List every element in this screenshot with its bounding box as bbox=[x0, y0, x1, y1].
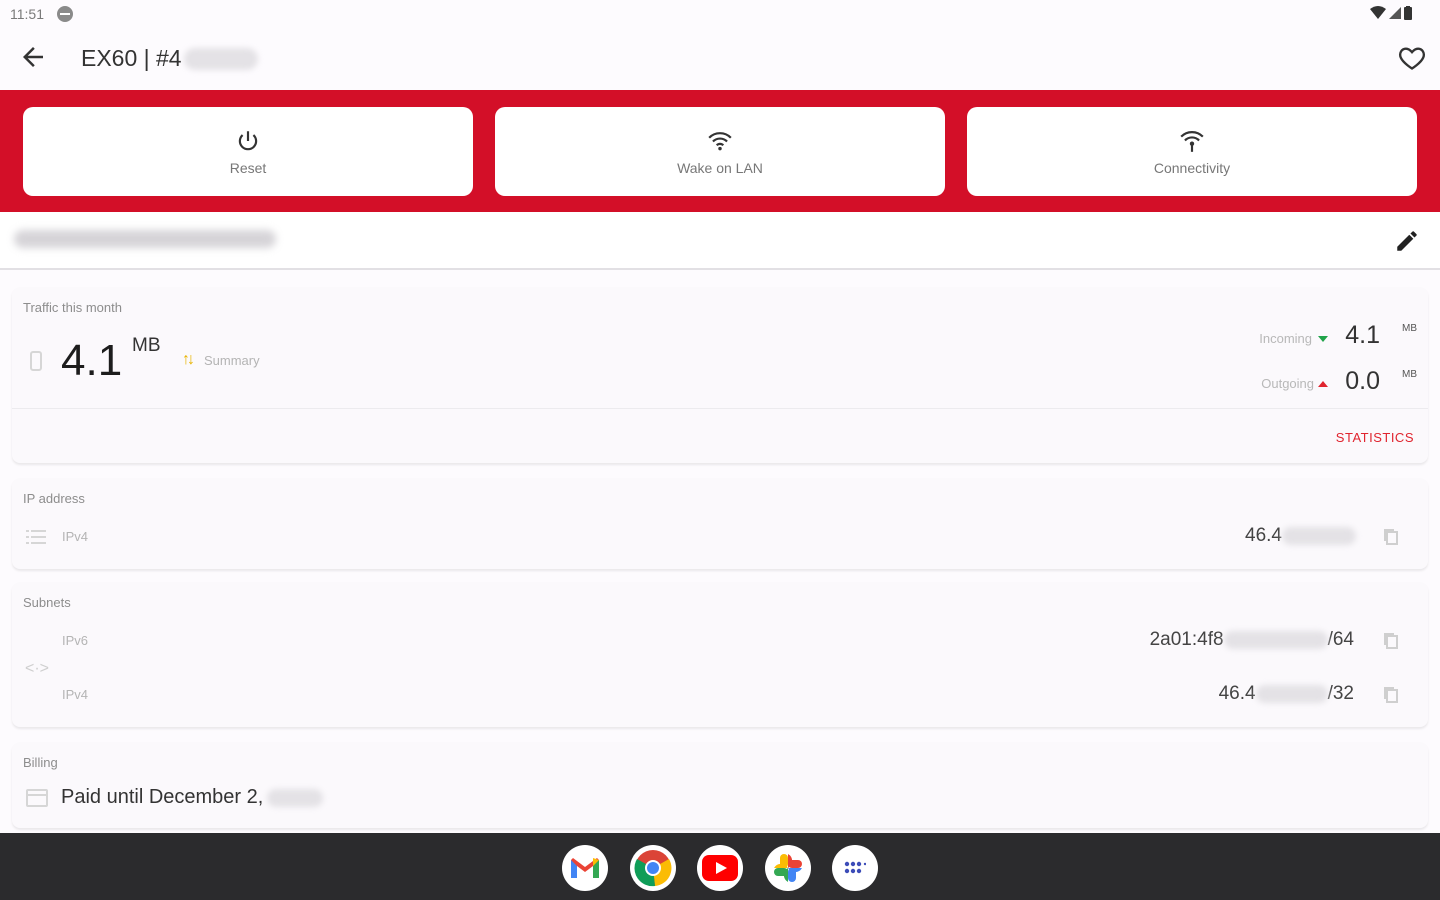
ip-address-card: IP address IPv4 46.4 bbox=[12, 478, 1428, 569]
action-band: Reset Wake on LAN Connectivity bbox=[0, 90, 1440, 212]
subnet-ipv6-value: 2a01:4f8 /64 bbox=[1150, 629, 1354, 651]
incoming-arrow-icon bbox=[1318, 336, 1328, 342]
do-not-disturb-icon bbox=[57, 6, 73, 22]
back-arrow-icon[interactable] bbox=[18, 42, 48, 72]
reset-button[interactable]: Reset bbox=[23, 107, 473, 196]
wake-on-lan-button-label: Wake on LAN bbox=[677, 159, 763, 176]
app-launcher-icon[interactable] bbox=[832, 845, 878, 891]
youtube-icon[interactable] bbox=[697, 845, 743, 891]
photos-icon[interactable] bbox=[765, 845, 811, 891]
page-title-text: EX60 | #4 bbox=[81, 45, 182, 71]
traffic-card-title: Traffic this month bbox=[23, 300, 122, 315]
billing-card-title: Billing bbox=[23, 755, 58, 770]
incoming-unit: MB bbox=[1402, 323, 1417, 334]
subnet-ipv4-prefix: 46.4 bbox=[1218, 683, 1256, 704]
traffic-total-unit: MB bbox=[132, 335, 161, 356]
billing-card: Billing Paid until December 2, bbox=[12, 742, 1428, 828]
subnet-ipv6-suffix: /64 bbox=[1327, 629, 1354, 650]
redacted-ipv4 bbox=[1282, 527, 1356, 545]
copy-icon[interactable] bbox=[1383, 632, 1399, 650]
ipv4-address-text: 46.4 bbox=[1245, 525, 1282, 546]
wake-on-lan-button[interactable]: Wake on LAN bbox=[495, 107, 945, 196]
subnet-ipv6-prefix: 2a01:4f8 bbox=[1149, 629, 1224, 650]
status-icons bbox=[1370, 6, 1412, 20]
incoming-value: 4.1 bbox=[1345, 321, 1380, 349]
summary-label: Summary bbox=[204, 353, 260, 368]
taskbar bbox=[0, 833, 1440, 900]
swap-horizontal-icon: <·> bbox=[25, 660, 50, 677]
status-time: 11:51 bbox=[10, 6, 44, 22]
favorite-heart-icon[interactable] bbox=[1398, 44, 1426, 72]
redacted-subnet-ipv4 bbox=[1255, 685, 1328, 703]
connectivity-button-label: Connectivity bbox=[1153, 159, 1231, 176]
reset-button-label: Reset bbox=[229, 159, 267, 176]
outgoing-label: Outgoing bbox=[1261, 376, 1314, 391]
wifi-status-icon bbox=[1370, 6, 1386, 19]
ipv4-address-value: 46.4 bbox=[1245, 525, 1356, 547]
outgoing-unit: MB bbox=[1402, 369, 1417, 380]
redacted-ipv6 bbox=[1223, 631, 1328, 649]
status-bar: 11:51 bbox=[0, 0, 1440, 28]
redacted-server-name bbox=[14, 230, 276, 248]
redacted-server-id bbox=[183, 47, 258, 70]
swap-vertical-icon: ↑↓ bbox=[182, 351, 195, 368]
subnets-card: Subnets <·> IPv6 2a01:4f8 /64 IPv4 46.4 … bbox=[12, 582, 1428, 727]
cell-signal-icon bbox=[1389, 7, 1401, 19]
subnet-ipv4-type-label: IPv4 bbox=[62, 687, 89, 702]
copy-icon[interactable] bbox=[1383, 686, 1399, 704]
traffic-card: Traffic this month 4.1 MB ↑↓ Summary Inc… bbox=[12, 287, 1428, 463]
app-bar: EX60 | #4 bbox=[0, 28, 1440, 90]
traffic-meter-icon bbox=[30, 351, 42, 371]
list-icon bbox=[26, 530, 46, 544]
billing-paid-until: Paid until December 2, bbox=[61, 786, 324, 809]
subnets-card-title: Subnets bbox=[23, 595, 71, 610]
edit-pencil-icon[interactable] bbox=[1394, 228, 1420, 254]
traffic-divider bbox=[12, 408, 1428, 409]
chrome-icon[interactable] bbox=[630, 845, 676, 891]
billing-paid-until-text: Paid until December 2, bbox=[61, 786, 264, 808]
outgoing-value: 0.0 bbox=[1345, 367, 1380, 395]
page-title: EX60 | #4 bbox=[81, 45, 258, 72]
server-description-row bbox=[0, 212, 1440, 270]
wifi-signal-icon bbox=[1180, 130, 1204, 152]
ip-address-card-title: IP address bbox=[23, 491, 85, 506]
wifi-icon bbox=[708, 131, 732, 150]
traffic-total-value: 4.1 bbox=[61, 336, 123, 385]
incoming-label: Incoming bbox=[1259, 331, 1312, 346]
subnet-ipv4-value: 46.4 /32 bbox=[1219, 683, 1354, 705]
redacted-year bbox=[267, 788, 324, 807]
copy-icon[interactable] bbox=[1383, 528, 1399, 546]
calendar-icon bbox=[26, 789, 48, 807]
statistics-button[interactable]: STATISTICS bbox=[1336, 430, 1414, 445]
power-icon bbox=[238, 130, 258, 150]
subnet-ipv4-suffix: /32 bbox=[1327, 683, 1354, 704]
subnet-ipv6-type-label: IPv6 bbox=[62, 633, 89, 648]
ipv4-type-label: IPv4 bbox=[62, 529, 89, 544]
gmail-icon[interactable] bbox=[562, 845, 608, 891]
connectivity-button[interactable]: Connectivity bbox=[967, 107, 1417, 196]
battery-icon bbox=[1404, 6, 1412, 20]
outgoing-arrow-icon bbox=[1318, 381, 1328, 387]
